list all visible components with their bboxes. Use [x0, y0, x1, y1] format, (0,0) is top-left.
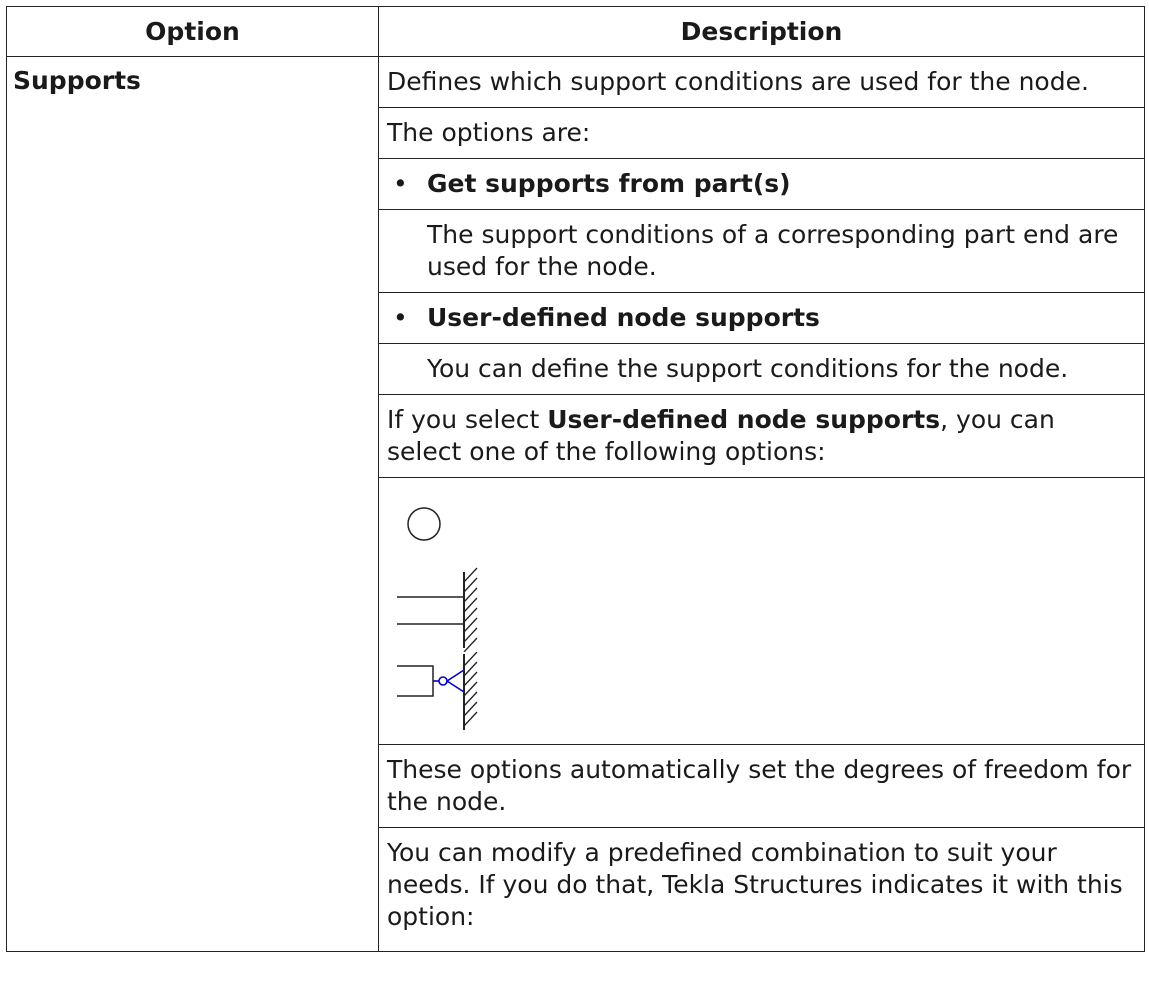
bullet-detail: The support conditions of a correspondin…	[379, 210, 1144, 293]
bullet-title: Get supports from part(s)	[427, 169, 791, 198]
table-header-row: Option Description	[6, 6, 1145, 57]
table-row: Supports Defines which support condition…	[6, 56, 1145, 952]
support-icons-block	[379, 478, 1144, 745]
intro-text: Defines which support conditions are use…	[387, 67, 1089, 96]
description-cell: Defines which support conditions are use…	[378, 56, 1145, 952]
bullet-dot-icon: •	[393, 169, 408, 198]
header-description: Description	[378, 6, 1145, 57]
select-block: If you select User-defined node supports…	[379, 395, 1144, 478]
circle-support-icon	[407, 507, 441, 541]
bullet-item: • Get supports from part(s)	[379, 159, 1144, 210]
bullet-text: The support conditions of a correspondin…	[427, 220, 1119, 281]
fixed-support-icon	[397, 567, 478, 652]
modify-block: You can modify a predefined combination …	[379, 828, 1144, 951]
bullet-item: • User-defined node supports	[379, 293, 1144, 344]
options-are-block: The options are:	[379, 108, 1144, 159]
bullet-detail: You can define the support conditions fo…	[379, 344, 1144, 395]
option-name: Supports	[6, 56, 379, 952]
bullet-dot-icon: •	[393, 303, 408, 332]
select-text: If you select User-defined node supports…	[387, 405, 1055, 466]
intro-block: Defines which support conditions are use…	[379, 57, 1144, 108]
options-are-text: The options are:	[387, 118, 591, 147]
bullet-text: You can define the support conditions fo…	[427, 354, 1069, 383]
automatic-block: These options automatically set the degr…	[379, 745, 1144, 828]
spring-support-icon	[397, 652, 478, 730]
header-option: Option	[6, 6, 379, 57]
options-table: Option Description Supports Defines whic…	[6, 6, 1145, 952]
modify-text: You can modify a predefined combination …	[387, 838, 1123, 931]
automatic-text: These options automatically set the degr…	[387, 755, 1132, 816]
bullet-title: User-defined node supports	[427, 303, 820, 332]
